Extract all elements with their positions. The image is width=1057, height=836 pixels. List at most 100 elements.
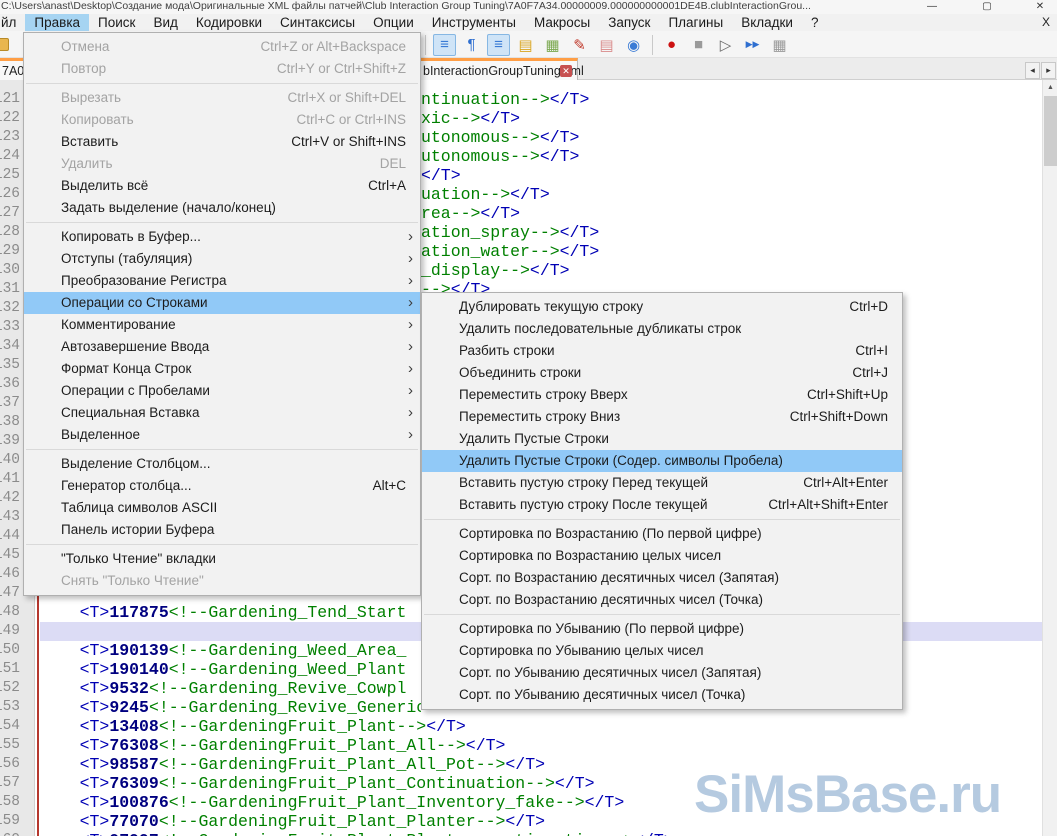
line-ops-item-8[interactable]: Вставить пустую строку Перед текущейCtrl…: [422, 472, 902, 494]
edit-menu-item-27[interactable]: Снять "Только Чтение": [24, 570, 420, 592]
line-ops-item-7[interactable]: Удалить Пустые Строки (Содер. символы Пр…: [422, 450, 902, 472]
code-line-155[interactable]: <T>76308<!--GardeningFruit_Plant_All--><…: [40, 736, 505, 755]
code-line-123[interactable]: utonomous--></T>: [421, 128, 1042, 147]
line-ops-item-4[interactable]: Переместить строку ВверхCtrl+Shift+Up: [422, 384, 902, 406]
edit-menu-item-22[interactable]: Генератор столбца...Alt+C: [24, 475, 420, 497]
line-number[interactable]: 141: [0, 470, 20, 489]
edit-menu-item-13[interactable]: Операции со Строками›: [24, 292, 420, 314]
line-ops-item-5[interactable]: Переместить строку ВнизCtrl+Shift+Down: [422, 406, 902, 428]
line-number[interactable]: 149: [0, 622, 20, 641]
line-number[interactable]: 130: [0, 261, 20, 280]
edit-menu-item-23[interactable]: Таблица символов ASCII: [24, 497, 420, 519]
edit-menu-item-10[interactable]: Копировать в Буфер...›: [24, 226, 420, 248]
line-number[interactable]: 140: [0, 451, 20, 470]
tab-scroll-left-button[interactable]: ◂: [1025, 62, 1040, 79]
edit-menu-item-24[interactable]: Панель истории Буфера: [24, 519, 420, 541]
menubar-close-icon[interactable]: X: [1039, 15, 1053, 29]
line-ops-item-14[interactable]: Сорт. по Возрастанию десятичных чисел (Т…: [422, 589, 902, 611]
line-number[interactable]: 133: [0, 318, 20, 337]
menubar-item-6[interactable]: Опции: [364, 14, 423, 31]
code-line-159[interactable]: <T>77070<!--GardeningFruit_Plant_Planter…: [40, 812, 545, 831]
line-ops-item-17[interactable]: Сортировка по Убыванию целых чисел: [422, 640, 902, 662]
line-number[interactable]: 145: [0, 546, 20, 565]
code-line-122[interactable]: xic--></T>: [421, 109, 1042, 128]
code-line-130[interactable]: _display--></T>: [421, 261, 1042, 280]
line-number[interactable]: 153: [0, 698, 20, 717]
edit-menu-item-16[interactable]: Формат Конца Строк›: [24, 358, 420, 380]
line-number[interactable]: 135: [0, 356, 20, 375]
code-line-151[interactable]: <T>190140<!--Gardening_Weed_Plant: [40, 660, 421, 679]
line-number[interactable]: 139: [0, 432, 20, 451]
line-number[interactable]: 155: [0, 736, 20, 755]
line-number[interactable]: 122: [0, 109, 20, 128]
edit-menu-item-11[interactable]: Отступы (табуляция)›: [24, 248, 420, 270]
edit-menu-item-3[interactable]: ВырезатьCtrl+X or Shift+DEL: [24, 87, 420, 109]
edit-menu-item-26[interactable]: "Только Чтение" вкладки: [24, 548, 420, 570]
scrollbar-thumb[interactable]: [1044, 96, 1057, 166]
edit-menu-item-4[interactable]: КопироватьCtrl+C or Ctrl+INS: [24, 109, 420, 131]
line-ops-item-6[interactable]: Удалить Пустые Строки: [422, 428, 902, 450]
line-number[interactable]: 124: [0, 147, 20, 166]
code-line-156[interactable]: <T>98587<!--GardeningFruit_Plant_All_Pot…: [40, 755, 545, 774]
line-number[interactable]: 131: [0, 280, 20, 299]
line-ops-item-9[interactable]: Вставить пустую строку После текущейCtrl…: [422, 494, 902, 516]
code-line-128[interactable]: ation_spray--></T>: [421, 223, 1042, 242]
line-number[interactable]: 151: [0, 660, 20, 679]
minimize-button[interactable]: —: [917, 0, 947, 14]
line-number[interactable]: 143: [0, 508, 20, 527]
edit-menu-item-18[interactable]: Специальная Вставка›: [24, 402, 420, 424]
vertical-scrollbar[interactable]: ▲: [1042, 80, 1057, 836]
code-line-124[interactable]: utonomous--></T>: [421, 147, 1042, 166]
menubar-item-4[interactable]: Кодировки: [187, 14, 271, 31]
line-number[interactable]: 144: [0, 527, 20, 546]
line-number[interactable]: 134: [0, 337, 20, 356]
line-number[interactable]: 142: [0, 489, 20, 508]
code-line-153[interactable]: <T>9245<!--Gardening_Revive_Generic--></…: [40, 698, 421, 717]
line-number[interactable]: 127: [0, 204, 20, 223]
edit-menu-item-19[interactable]: Выделенное›: [24, 424, 420, 446]
line-number[interactable]: 159: [0, 812, 20, 831]
maximize-button[interactable]: ▢: [972, 0, 1002, 14]
line-number[interactable]: 148: [0, 603, 20, 622]
line-number[interactable]: 150: [0, 641, 20, 660]
line-ops-item-11[interactable]: Сортировка по Возрастанию (По первой циф…: [422, 523, 902, 545]
code-line-152[interactable]: <T>9532<!--Gardening_Revive_Cowpl: [40, 679, 421, 698]
line-number[interactable]: 157: [0, 774, 20, 793]
menubar-item-12[interactable]: ?: [802, 14, 828, 31]
edit-menu-item-14[interactable]: Комментирование›: [24, 314, 420, 336]
line-number[interactable]: 121: [0, 90, 20, 109]
line-number[interactable]: 129: [0, 242, 20, 261]
show-all-characters-icon[interactable]: ¶: [460, 34, 483, 56]
macro-save-icon[interactable]: ▦: [768, 34, 791, 56]
menubar-item-2[interactable]: Поиск: [89, 14, 144, 31]
line-number[interactable]: 160: [0, 831, 20, 836]
code-line-160[interactable]: <T>97997<!--GardeningFruit_Plant_Planter…: [40, 831, 674, 836]
line-number[interactable]: 146: [0, 565, 20, 584]
macro-play-icon[interactable]: ▷: [714, 34, 737, 56]
scroll-up-icon[interactable]: ▲: [1043, 80, 1057, 95]
line-ops-item-12[interactable]: Сортировка по Возрастанию целых чисел: [422, 545, 902, 567]
edit-menu-item-8[interactable]: Задать выделение (начало/конец): [24, 197, 420, 219]
line-ops-item-3[interactable]: Объединить строкиCtrl+J: [422, 362, 902, 384]
line-number[interactable]: 136: [0, 375, 20, 394]
code-line-127[interactable]: rea--></T>: [421, 204, 1042, 223]
code-line-126[interactable]: uation--></T>: [421, 185, 1042, 204]
line-number[interactable]: 138: [0, 413, 20, 432]
open-folder-icon[interactable]: [0, 38, 9, 51]
code-line-148[interactable]: <T>117875<!--Gardening_Tend_Start: [40, 603, 421, 622]
edit-menu-item-15[interactable]: Автозавершение Ввода›: [24, 336, 420, 358]
menubar-item-11[interactable]: Вкладки: [732, 14, 802, 31]
line-number[interactable]: 128: [0, 223, 20, 242]
code-line-129[interactable]: ation_water--></T>: [421, 242, 1042, 261]
tab-close-icon[interactable]: ✕: [560, 65, 572, 77]
line-number[interactable]: 125: [0, 166, 20, 185]
edit-menu-item-5[interactable]: ВставитьCtrl+V or Shift+INS: [24, 131, 420, 153]
line-number[interactable]: 154: [0, 717, 20, 736]
edit-menu-item-6[interactable]: УдалитьDEL: [24, 153, 420, 175]
line-number[interactable]: 152: [0, 679, 20, 698]
menubar-item-0[interactable]: йл: [0, 14, 25, 31]
menubar-item-10[interactable]: Плагины: [659, 14, 732, 31]
code-line-121[interactable]: ntinuation--></T>: [421, 90, 1042, 109]
edit-menu-item-1[interactable]: ПовторCtrl+Y or Ctrl+Shift+Z: [24, 58, 420, 80]
line-number[interactable]: 137: [0, 394, 20, 413]
